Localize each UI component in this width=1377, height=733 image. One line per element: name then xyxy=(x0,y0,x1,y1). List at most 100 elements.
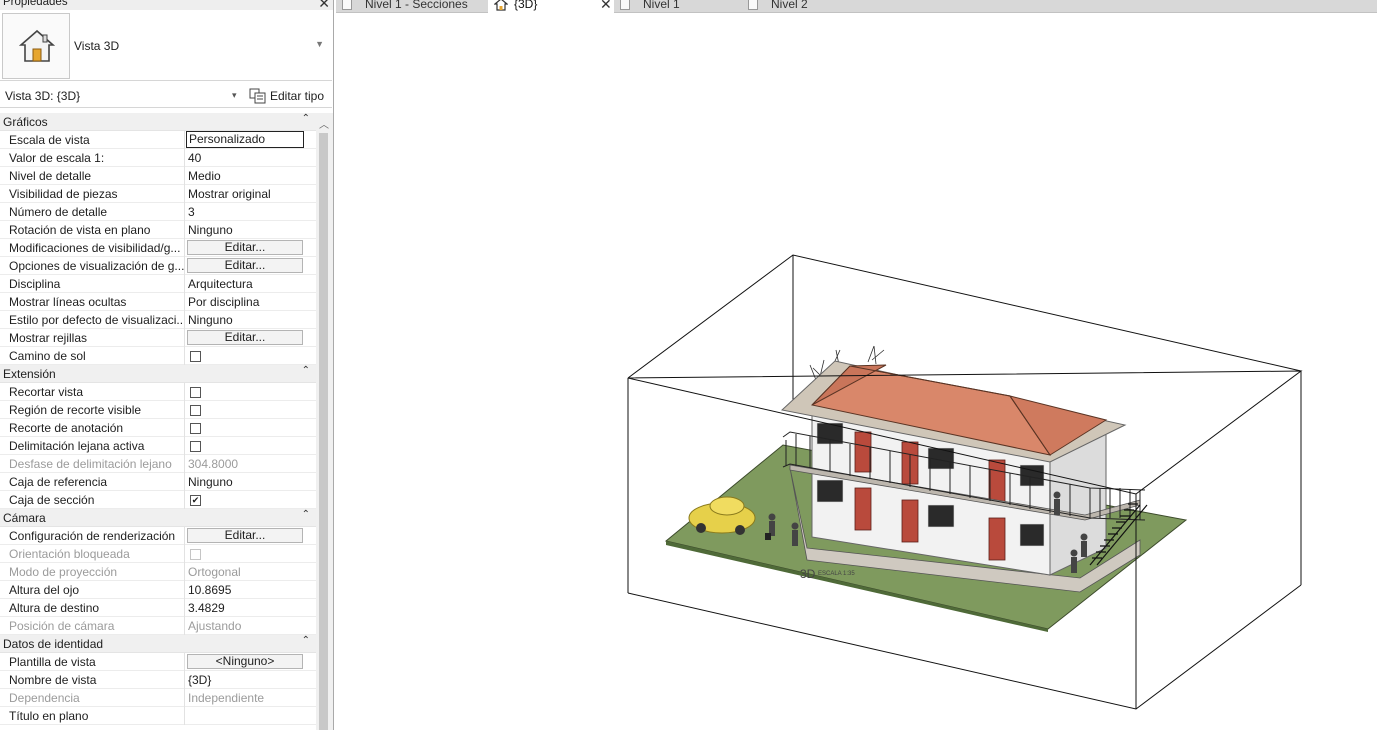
property-label: Opciones de visualización de g... xyxy=(9,259,184,273)
property-row: Altura del ojo 10.8695 xyxy=(0,581,316,599)
property-value-cell[interactable]: Personalizado xyxy=(184,131,316,149)
type-selector[interactable]: Vista 3D ▼ xyxy=(0,11,332,81)
plan-view-icon xyxy=(342,0,352,10)
property-value-cell[interactable]: Ninguno xyxy=(184,221,316,239)
chevron-down-icon[interactable]: ▾ xyxy=(232,90,237,101)
property-value-cell: Ajustando xyxy=(184,617,316,635)
collapse-icon[interactable]: ⌃ xyxy=(302,365,310,376)
property-label: Recorte de anotación xyxy=(9,421,124,435)
properties-panel: Propiedades ✕ Vista 3D ▼ Vista 3D: {3D} … xyxy=(0,0,334,730)
category-header[interactable]: Datos de identidad ⌃ xyxy=(0,635,316,653)
property-label: Altura del ojo xyxy=(9,583,80,597)
category-header[interactable]: Cámara ⌃ xyxy=(0,509,316,527)
view-scale-input[interactable]: Personalizado xyxy=(186,131,304,148)
edit-button[interactable]: Editar... xyxy=(187,240,303,255)
property-label: Título en plano xyxy=(9,709,89,723)
property-row: Orientación bloqueada xyxy=(0,545,316,563)
collapse-icon[interactable]: ⌃ xyxy=(302,113,310,124)
property-value-cell[interactable]: Ninguno xyxy=(184,473,316,491)
property-value-cell[interactable]: {3D} xyxy=(184,671,316,689)
property-label: Camino de sol xyxy=(9,349,86,363)
property-value-cell[interactable]: Arquitectura xyxy=(184,275,316,293)
property-label: Nivel de detalle xyxy=(9,169,92,183)
property-value: Independiente xyxy=(188,691,265,705)
properties-scrollbar[interactable]: ︿ xyxy=(316,113,333,730)
category-header[interactable]: Gráficos ⌃ xyxy=(0,113,316,131)
property-value-cell[interactable]: Editar... xyxy=(184,239,316,257)
property-value-cell[interactable]: 40 xyxy=(184,149,316,167)
property-value-cell[interactable] xyxy=(184,401,316,419)
property-value-cell[interactable]: <Ninguno> xyxy=(184,653,316,671)
property-value-cell[interactable] xyxy=(184,347,316,365)
tab-label: Nivel 2 xyxy=(771,0,808,11)
property-row: Número de detalle 3 xyxy=(0,203,316,221)
instance-selector[interactable]: Vista 3D: {3D} xyxy=(5,89,80,103)
close-icon[interactable]: ✕ xyxy=(600,0,612,13)
property-value-cell[interactable] xyxy=(184,437,316,455)
property-value-cell[interactable]: 3.4829 xyxy=(184,599,316,617)
tab-label: Nivel 1 - Secciones xyxy=(365,0,468,11)
collapse-icon[interactable]: ⌃ xyxy=(302,509,310,520)
property-label: Mostrar líneas ocultas xyxy=(9,295,127,309)
property-value: Ninguno xyxy=(188,475,233,489)
property-value-cell[interactable] xyxy=(184,419,316,437)
house-icon xyxy=(19,29,55,62)
property-checkbox[interactable] xyxy=(190,423,201,434)
edit-button[interactable]: Editar... xyxy=(187,528,303,543)
property-value: Arquitectura xyxy=(188,277,253,291)
property-checkbox[interactable] xyxy=(190,441,201,452)
house-icon xyxy=(494,0,508,11)
property-row: Configuración de renderización Editar... xyxy=(0,527,316,545)
property-row: Valor de escala 1: 40 xyxy=(0,149,316,167)
property-value: Ajustando xyxy=(188,619,242,633)
property-row: Modificaciones de visibilidad/g... Editar… xyxy=(0,239,316,257)
property-checkbox[interactable]: ✔ xyxy=(190,495,201,506)
property-row: Título en plano xyxy=(0,707,316,725)
property-checkbox[interactable] xyxy=(190,351,201,362)
property-value: {3D} xyxy=(188,673,212,687)
section-box[interactable] xyxy=(627,254,1302,400)
tab-label: {3D} xyxy=(514,0,538,11)
property-value-cell[interactable]: 10.8695 xyxy=(184,581,316,599)
property-checkbox[interactable] xyxy=(190,405,201,416)
property-row: Modo de proyección Ortogonal xyxy=(0,563,316,581)
property-row: Región de recorte visible xyxy=(0,401,316,419)
tab-3d-view[interactable]: {3D} ✕ xyxy=(488,0,614,13)
tab-nivel-2[interactable]: Nivel 2 xyxy=(742,0,870,13)
scroll-up-icon[interactable]: ︿ xyxy=(319,116,329,131)
property-value-cell[interactable]: ✔ xyxy=(184,491,316,509)
tab-nivel-1-secciones[interactable]: Nivel 1 - Secciones xyxy=(336,0,486,13)
property-row: Camino de sol xyxy=(0,347,316,365)
property-checkbox xyxy=(190,549,201,560)
scroll-thumb[interactable] xyxy=(319,133,328,730)
properties-title-bar: Propiedades ✕ xyxy=(0,0,333,11)
property-value-cell[interactable]: Ninguno xyxy=(184,311,316,329)
property-value-cell: Independiente xyxy=(184,689,316,707)
property-value-cell[interactable]: 3 xyxy=(184,203,316,221)
property-label: Plantilla de vista xyxy=(9,655,96,669)
property-checkbox[interactable] xyxy=(190,387,201,398)
property-label: Número de detalle xyxy=(9,205,108,219)
3d-viewport[interactable]: 3D ESCALA 1:35 xyxy=(336,14,1377,730)
tab-nivel-1[interactable]: Nivel 1 xyxy=(614,0,742,13)
property-value-cell[interactable] xyxy=(184,707,316,725)
collapse-icon[interactable]: ⌃ xyxy=(302,635,310,646)
property-value-cell[interactable]: Editar... xyxy=(184,329,316,347)
property-value: Ninguno xyxy=(188,313,233,327)
edit-button[interactable]: <Ninguno> xyxy=(187,654,303,669)
edit-button[interactable]: Editar... xyxy=(187,258,303,273)
property-row: Altura de destino 3.4829 xyxy=(0,599,316,617)
chevron-down-icon[interactable]: ▼ xyxy=(315,39,324,49)
property-value-cell[interactable]: Mostrar original xyxy=(184,185,316,203)
edit-button[interactable]: Editar... xyxy=(187,330,303,345)
property-value-cell[interactable]: Editar... xyxy=(184,257,316,275)
property-value-cell[interactable]: Por disciplina xyxy=(184,293,316,311)
category-header[interactable]: Extensión ⌃ xyxy=(0,365,316,383)
property-value-cell[interactable]: Medio xyxy=(184,167,316,185)
property-value-cell[interactable] xyxy=(184,383,316,401)
category-label: Cámara xyxy=(3,511,46,525)
property-value-cell: 304.8000 xyxy=(184,455,316,473)
model-canvas[interactable]: 3D ESCALA 1:35 xyxy=(336,14,1377,730)
property-value-cell[interactable]: Editar... xyxy=(184,527,316,545)
property-label: Configuración de renderización xyxy=(9,529,176,543)
